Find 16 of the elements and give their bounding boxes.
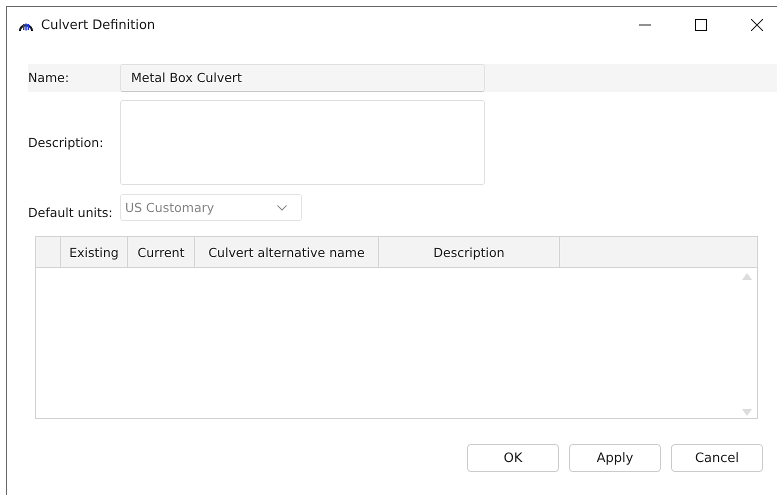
column-header[interactable]: Existing	[61, 237, 128, 267]
close-icon[interactable]	[751, 19, 763, 31]
chevron-down-icon	[277, 204, 287, 210]
field-label: Description:	[28, 135, 104, 150]
description-field[interactable]	[120, 100, 485, 185]
window-title: Culvert Definition	[41, 18, 156, 32]
field-label: Default units:	[28, 204, 114, 220]
maximize-icon[interactable]	[695, 19, 707, 31]
column-header[interactable]: Current	[128, 237, 195, 267]
dialog-button[interactable]: Cancel	[671, 444, 763, 472]
name-field[interactable]: Metal Box Culvert	[120, 64, 485, 92]
field-label: Name:	[28, 69, 70, 87]
column-header[interactable]: Culvert alternative name	[195, 237, 379, 267]
dialog-button[interactable]: Apply	[569, 444, 661, 472]
dialog-button[interactable]: OK	[467, 444, 559, 472]
column-header[interactable]: Description	[379, 237, 560, 267]
